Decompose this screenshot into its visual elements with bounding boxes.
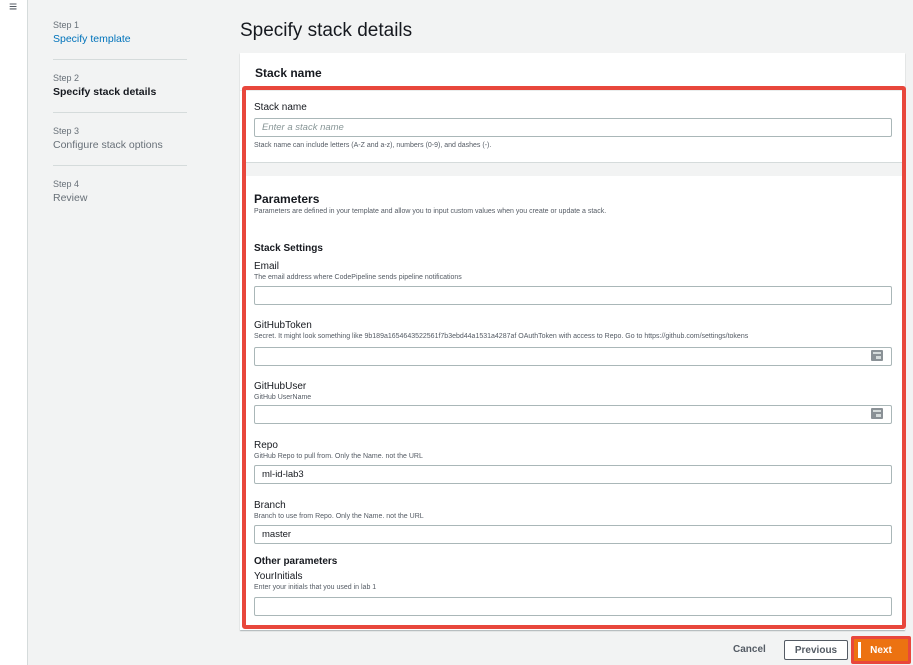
your-initials-label: YourInitials [254,571,303,582]
page-title: Specify stack details [240,20,413,41]
next-button-highlight: Next [851,636,911,664]
parameters-description: Parameters are defined in your template … [254,208,607,215]
branch-input[interactable] [254,525,892,544]
hamburger-icon[interactable]: ≡ [9,0,17,13]
password-key-icon[interactable] [871,350,883,361]
branch-field: Branch Branch to use from Repo. Only the… [254,500,892,521]
step-2: Step 2 Specify stack details [53,73,187,113]
github-user-input-wrap [254,405,892,424]
step-1[interactable]: Step 1 Specify template [53,20,187,60]
cancel-button[interactable]: Cancel [733,644,766,655]
password-key-icon[interactable] [871,408,883,419]
step-number: Step 2 [53,73,80,83]
branch-description: Branch to use from Repo. Only the Name. … [254,513,424,520]
previous-button[interactable]: Previous [784,640,848,660]
your-initials-description: Enter your initials that you used in lab… [254,584,377,591]
step-label: Review [53,192,88,204]
step-label: Specify stack details [53,86,157,98]
cursor-marker [858,642,861,658]
email-field: Email The email address where CodePipeli… [254,261,892,282]
github-user-description: GitHub UserName [254,394,312,401]
github-token-description: Secret. It might look something like 9b1… [254,333,749,340]
step-4: Step 4 Review [53,179,187,218]
repo-input[interactable] [254,465,892,484]
next-button[interactable]: Next [854,639,908,661]
github-token-field: GitHubToken Secret. It might look someth… [254,320,892,341]
wizard-steps: Step 1 Specify template Step 2 Specify s… [53,20,187,231]
email-input[interactable] [254,286,892,305]
github-token-label: GitHubToken [254,320,312,331]
repo-field: Repo GitHub Repo to pull from. Only the … [254,440,892,461]
step-3: Step 3 Configure stack options [53,126,187,166]
panel-header: Stack name [240,53,905,91]
step-number: Step 3 [53,126,80,136]
github-token-input-wrap [254,347,892,366]
github-user-label: GitHubUser [254,381,307,392]
stack-name-hint: Stack name can include letters (A-Z and … [254,142,492,149]
step-label: Configure stack options [53,139,163,151]
branch-label: Branch [254,500,286,511]
github-user-input[interactable] [254,405,892,424]
left-rail: ≡ [0,0,28,665]
your-initials-field: YourInitials Enter your initials that yo… [254,571,892,592]
step-number: Step 1 [53,20,80,30]
repo-description: GitHub Repo to pull from. Only the Name.… [254,453,423,460]
stack-settings-heading: Stack Settings [254,243,323,254]
parameters-heading: Parameters [254,192,320,206]
your-initials-input[interactable] [254,597,892,616]
step-label[interactable]: Specify template [53,32,187,46]
email-label: Email [254,261,280,272]
section-separator [244,162,902,176]
stack-name-field: Stack name [254,102,892,114]
github-user-field: GitHubUser GitHub UserName [254,381,892,402]
email-description: The email address where CodePipeline sen… [254,274,462,281]
github-token-input[interactable] [254,347,892,366]
stack-name-input[interactable] [254,118,892,137]
repo-label: Repo [254,440,278,451]
step-number: Step 4 [53,179,80,189]
other-parameters-heading: Other parameters [254,556,338,567]
stack-name-label: Stack name [254,102,307,113]
